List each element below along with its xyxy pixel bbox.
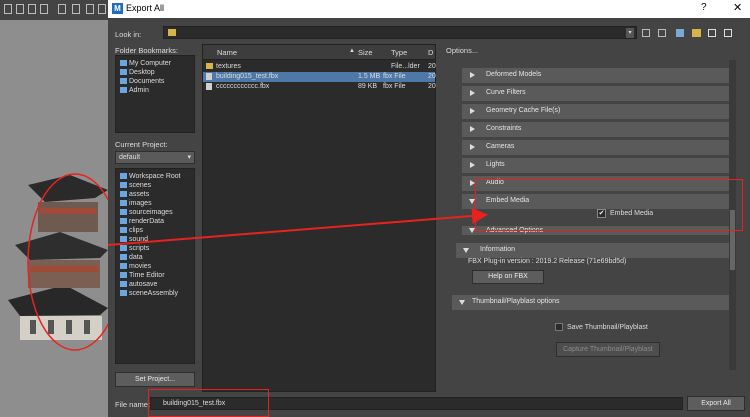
- annotation-arrow: [107, 207, 488, 246]
